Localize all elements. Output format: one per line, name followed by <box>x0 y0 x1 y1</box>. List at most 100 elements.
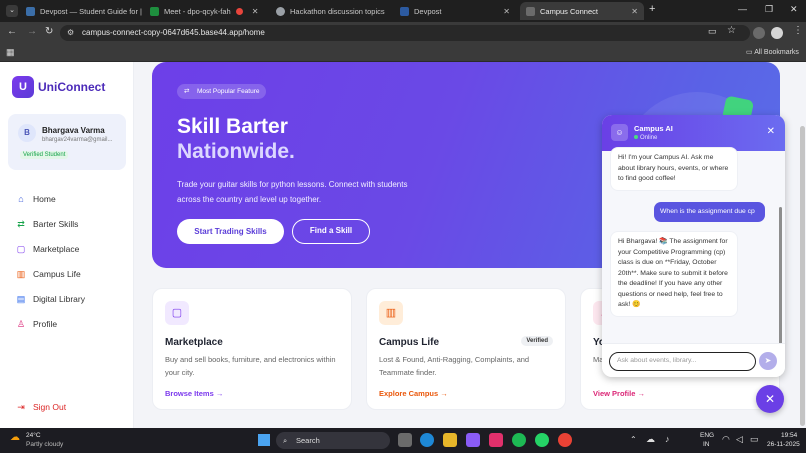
sidebar-item-campus-life[interactable]: ▥ Campus Life <box>16 267 81 281</box>
install-app-icon[interactable]: ▭ <box>708 26 717 37</box>
sidebar-item-barter-skills[interactable]: ⇄ Barter Skills <box>16 217 78 231</box>
sidebar: U UniConnect B Bhargava Varma bhargav24v… <box>0 62 134 428</box>
apps-grid-icon[interactable]: ▦ <box>6 47 15 58</box>
shopping-bag-icon: ▢ <box>165 301 189 325</box>
browser-tab-devpost[interactable]: Devpost ✕ <box>394 2 516 20</box>
tab-label: Meet - dpo-qcyk-fah <box>164 6 231 16</box>
battery-icon[interactable]: ▭ <box>750 434 759 445</box>
volume-icon[interactable]: ◁ <box>736 434 743 445</box>
page-scrollbar[interactable] <box>800 126 805 426</box>
spotify-icon[interactable] <box>512 433 526 447</box>
chat-status-label: Online <box>640 135 658 141</box>
browser-tab-meet[interactable]: Meet - dpo-qcyk-fah ✕ <box>144 2 262 20</box>
forward-icon[interactable]: → <box>27 26 37 37</box>
send-icon[interactable]: ➤ <box>759 352 777 370</box>
explore-campus-link[interactable]: Explore Campus → <box>379 389 448 398</box>
sidebar-item-label: Campus Life <box>33 269 81 279</box>
view-profile-link[interactable]: View Profile → <box>593 389 645 398</box>
browser-tab-devpost-guide[interactable]: Devpost — Student Guide for | ✕ <box>20 2 142 20</box>
sound-icon[interactable]: ♪ <box>665 434 670 444</box>
campus-life-card[interactable]: ▥ Campus Life Verified Lost & Found, Ant… <box>366 288 566 410</box>
task-view-icon[interactable] <box>398 433 412 447</box>
edge-icon[interactable] <box>420 433 434 447</box>
taskbar-search[interactable]: ⌕ Search <box>276 432 390 449</box>
store-icon[interactable] <box>466 433 480 447</box>
globe-favicon-icon <box>276 6 285 16</box>
close-tab-icon[interactable]: ✕ <box>390 7 392 16</box>
instagram-icon[interactable] <box>489 433 503 447</box>
whatsapp-icon[interactable] <box>535 433 549 447</box>
browser-menu-icon[interactable]: ⋮ <box>793 25 803 36</box>
site-info-icon[interactable]: ⚙ <box>67 25 74 41</box>
verified-student-badge: Verified Student <box>20 151 69 159</box>
home-icon: ⌂ <box>18 194 24 204</box>
chat-messages: Hi! I'm your Campus AI. Ask me about lib… <box>602 148 785 375</box>
browser-tab-campus-connect[interactable]: Campus Connect ✕ <box>520 2 644 20</box>
extension-icon[interactable] <box>753 27 765 39</box>
clock-time[interactable]: 19:54 <box>781 432 797 439</box>
address-bar[interactable]: ⚙ campus-connect-copy-0647d645.base44.ap… <box>60 25 750 41</box>
sidebar-item-profile[interactable]: ♙ Profile <box>16 317 57 331</box>
profile-avatar[interactable] <box>771 27 783 39</box>
popular-feature-badge: ⇄ Most Popular Feature <box>177 84 266 99</box>
hero-description: Trade your guitar skills for python less… <box>177 180 408 204</box>
language-top[interactable]: ENG <box>700 432 714 439</box>
chat-title: Campus AI <box>634 124 673 133</box>
devpost-favicon-icon <box>400 6 409 16</box>
avatar: B <box>18 124 36 142</box>
chat-input[interactable]: Ask about events, library... <box>609 352 756 371</box>
tab-label: Devpost <box>414 6 442 16</box>
sidebar-item-marketplace[interactable]: ▢ Marketplace <box>16 242 80 256</box>
popular-feature-label: Most Popular Feature <box>197 88 260 95</box>
clock-date[interactable]: 26-11-2025 <box>767 441 800 448</box>
reload-icon[interactable]: ↻ <box>45 26 53 37</box>
back-icon[interactable]: ← <box>7 26 17 37</box>
meet-favicon-icon <box>150 6 159 16</box>
chat-input-row: Ask about events, library... ➤ <box>602 343 785 377</box>
weather-temp: 24°C <box>26 432 41 439</box>
sidebar-item-label: Digital Library <box>33 294 85 304</box>
weather-icon: ☁ <box>10 432 20 443</box>
start-trading-button[interactable]: Start Trading Skills <box>177 219 284 244</box>
tray-chevron-icon[interactable]: ⌃ <box>630 435 637 444</box>
browser-tab-hackathon[interactable]: Hackathon discussion topics ✕ <box>270 2 392 20</box>
tab-label: Devpost — Student Guide for | <box>40 6 142 16</box>
close-tab-icon[interactable]: ✕ <box>248 7 259 16</box>
close-chat-fab[interactable]: ✕ <box>756 385 784 413</box>
app-name: UniConnect <box>38 80 106 94</box>
file-explorer-icon[interactable] <box>443 433 457 447</box>
online-dot-icon <box>634 135 638 139</box>
swap-icon: ⇄ <box>17 219 25 229</box>
logout-icon: ⇥ <box>17 402 25 412</box>
restore-icon[interactable]: ❐ <box>765 4 773 15</box>
new-tab-button[interactable]: + <box>649 3 655 15</box>
start-icon[interactable] <box>258 434 270 446</box>
browse-items-link[interactable]: Browse Items → <box>165 389 223 398</box>
onedrive-icon[interactable]: ☁ <box>646 434 655 445</box>
bookmark-star-icon[interactable]: ☆ <box>727 25 736 36</box>
window-close-icon[interactable]: ✕ <box>790 4 798 15</box>
windows-taskbar: ☁ 24°C Partly cloudy ⌕ Search ⌃ ☁ ♪ ENG … <box>0 428 806 453</box>
wifi-icon[interactable]: ◠ <box>722 434 730 445</box>
close-tab-icon[interactable]: ✕ <box>499 7 510 16</box>
sidebar-item-label: Barter Skills <box>33 219 79 229</box>
sign-out-button[interactable]: ⇥ Sign Out <box>16 400 66 414</box>
sidebar-item-home[interactable]: ⌂ Home <box>16 192 56 206</box>
chrome-icon[interactable] <box>558 433 572 447</box>
tab-search-icon[interactable]: ⌄ <box>6 5 18 17</box>
find-skill-button[interactable]: Find a Skill <box>292 219 370 244</box>
language-bottom[interactable]: IN <box>703 441 710 448</box>
close-chat-icon[interactable]: ✕ <box>767 126 775 137</box>
card-title: Campus Life <box>379 337 440 348</box>
user-card: B Bhargava Varma bhargav24varma@gmail...… <box>8 114 126 170</box>
sidebar-item-digital-library[interactable]: ▤ Digital Library <box>16 292 85 306</box>
card-description: Lost & Found, Anti-Ragging, Complaints, … <box>379 355 530 377</box>
sidebar-item-label: Home <box>33 194 56 204</box>
search-icon: ⌕ <box>283 436 288 445</box>
close-tab-icon[interactable]: ✕ <box>627 7 638 16</box>
user-icon: ♙ <box>16 319 26 329</box>
minimize-icon[interactable]: — <box>738 4 747 14</box>
all-bookmarks-link[interactable]: ▭ All Bookmarks <box>746 48 799 56</box>
page-favicon-icon <box>526 6 535 16</box>
marketplace-card[interactable]: ▢ Marketplace Buy and sell books, furnit… <box>152 288 352 410</box>
